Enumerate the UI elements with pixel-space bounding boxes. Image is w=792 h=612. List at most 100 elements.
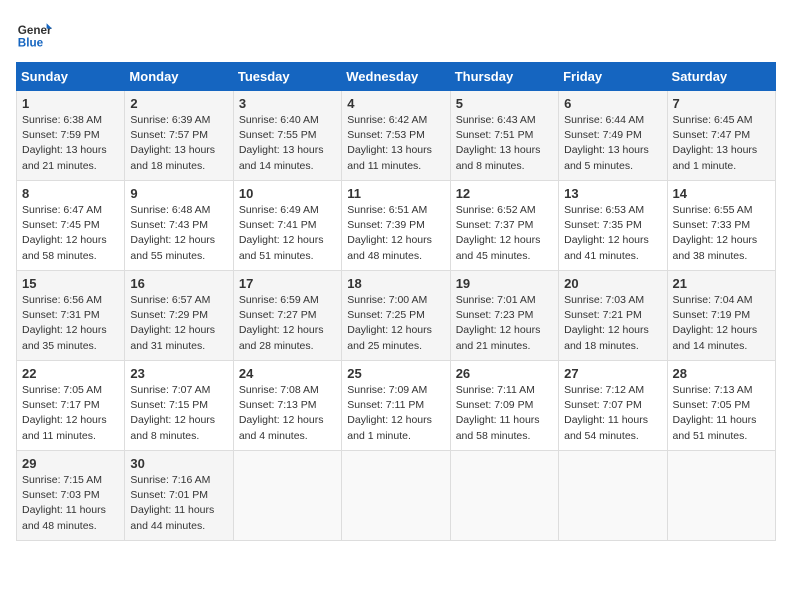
day-number: 20 <box>564 276 661 291</box>
day-header-monday: Monday <box>125 63 233 91</box>
day-number: 14 <box>673 186 770 201</box>
calendar-cell: 15 Sunrise: 6:56 AM Sunset: 7:31 PM Dayli… <box>17 271 125 361</box>
day-info: Sunrise: 6:56 AM Sunset: 7:31 PM Dayligh… <box>22 293 119 354</box>
calendar-cell <box>342 451 450 541</box>
calendar-cell <box>450 451 558 541</box>
calendar-cell: 6 Sunrise: 6:44 AM Sunset: 7:49 PM Daylig… <box>559 91 667 181</box>
calendar-cell: 21Sunrise: 7:04 AM Sunset: 7:19 PM Dayli… <box>667 271 775 361</box>
day-number: 5 <box>456 96 553 111</box>
calendar-cell: 27 Sunrise: 7:12 AM Sunset: 7:07 PM Dayli… <box>559 361 667 451</box>
day-info: Sunrise: 6:39 AM Sunset: 7:57 PM Dayligh… <box>130 113 227 174</box>
day-number: 23 <box>130 366 227 381</box>
day-number: 10 <box>239 186 336 201</box>
svg-text:Blue: Blue <box>18 37 44 50</box>
calendar-cell: 7 Sunrise: 6:45 AM Sunset: 7:47 PM Daylig… <box>667 91 775 181</box>
day-info: Sunrise: 6:47 AM Sunset: 7:45 PM Dayligh… <box>22 203 119 264</box>
calendar-cell: 16 Sunrise: 6:57 AM Sunset: 7:29 PM Dayli… <box>125 271 233 361</box>
calendar-cell: 3 Sunrise: 6:40 AM Sunset: 7:55 PM Daylig… <box>233 91 341 181</box>
calendar-cell: 29 Sunrise: 7:15 AM Sunset: 7:03 PM Dayli… <box>17 451 125 541</box>
calendar-cell: 2 Sunrise: 6:39 AM Sunset: 7:57 PM Daylig… <box>125 91 233 181</box>
calendar-cell: 12 Sunrise: 6:52 AM Sunset: 7:37 PM Dayli… <box>450 181 558 271</box>
day-info: Sunrise: 6:55 AM Sunset: 7:33 PM Dayligh… <box>673 203 770 264</box>
calendar-cell: 17Sunrise: 6:59 AM Sunset: 7:27 PM Dayli… <box>233 271 341 361</box>
day-number: 18 <box>347 276 444 291</box>
logo-icon: General Blue <box>16 16 52 52</box>
day-header-wednesday: Wednesday <box>342 63 450 91</box>
calendar-header-row: SundayMondayTuesdayWednesdayThursdayFrid… <box>17 63 776 91</box>
day-number: 9 <box>130 186 227 201</box>
day-number: 27 <box>564 366 661 381</box>
calendar-cell: 26 Sunrise: 7:11 AM Sunset: 7:09 PM Dayli… <box>450 361 558 451</box>
day-number: 29 <box>22 456 119 471</box>
day-header-saturday: Saturday <box>667 63 775 91</box>
day-info: Sunrise: 7:03 AM Sunset: 7:21 PM Dayligh… <box>564 293 661 354</box>
calendar-cell: 28 Sunrise: 7:13 AM Sunset: 7:05 PM Dayli… <box>667 361 775 451</box>
calendar-body: 1 Sunrise: 6:38 AM Sunset: 7:59 PM Daylig… <box>17 91 776 541</box>
day-info: Sunrise: 6:51 AM Sunset: 7:39 PM Dayligh… <box>347 203 444 264</box>
calendar-cell: 10Sunrise: 6:49 AM Sunset: 7:41 PM Dayli… <box>233 181 341 271</box>
day-number: 21 <box>673 276 770 291</box>
day-info: Sunrise: 6:38 AM Sunset: 7:59 PM Dayligh… <box>22 113 119 174</box>
day-info: Sunrise: 7:11 AM Sunset: 7:09 PM Dayligh… <box>456 383 553 444</box>
day-number: 12 <box>456 186 553 201</box>
day-info: Sunrise: 6:48 AM Sunset: 7:43 PM Dayligh… <box>130 203 227 264</box>
day-info: Sunrise: 7:12 AM Sunset: 7:07 PM Dayligh… <box>564 383 661 444</box>
day-number: 22 <box>22 366 119 381</box>
calendar-week-row: 1 Sunrise: 6:38 AM Sunset: 7:59 PM Daylig… <box>17 91 776 181</box>
day-info: Sunrise: 6:40 AM Sunset: 7:55 PM Dayligh… <box>239 113 336 174</box>
day-number: 1 <box>22 96 119 111</box>
day-number: 13 <box>564 186 661 201</box>
day-number: 4 <box>347 96 444 111</box>
day-number: 6 <box>564 96 661 111</box>
day-info: Sunrise: 7:05 AM Sunset: 7:17 PM Dayligh… <box>22 383 119 444</box>
calendar-cell: 25Sunrise: 7:09 AM Sunset: 7:11 PM Dayli… <box>342 361 450 451</box>
day-info: Sunrise: 7:16 AM Sunset: 7:01 PM Dayligh… <box>130 473 227 534</box>
day-info: Sunrise: 7:09 AM Sunset: 7:11 PM Dayligh… <box>347 383 444 444</box>
calendar-cell: 30Sunrise: 7:16 AM Sunset: 7:01 PM Dayli… <box>125 451 233 541</box>
calendar-cell <box>233 451 341 541</box>
day-header-friday: Friday <box>559 63 667 91</box>
day-header-tuesday: Tuesday <box>233 63 341 91</box>
day-number: 11 <box>347 186 444 201</box>
day-info: Sunrise: 6:45 AM Sunset: 7:47 PM Dayligh… <box>673 113 770 174</box>
calendar-cell: 13Sunrise: 6:53 AM Sunset: 7:35 PM Dayli… <box>559 181 667 271</box>
day-info: Sunrise: 7:01 AM Sunset: 7:23 PM Dayligh… <box>456 293 553 354</box>
calendar-cell: 8Sunrise: 6:47 AM Sunset: 7:45 PM Daylig… <box>17 181 125 271</box>
day-info: Sunrise: 6:43 AM Sunset: 7:51 PM Dayligh… <box>456 113 553 174</box>
day-number: 16 <box>130 276 227 291</box>
calendar-week-row: 15 Sunrise: 6:56 AM Sunset: 7:31 PM Dayli… <box>17 271 776 361</box>
calendar-cell: 4 Sunrise: 6:42 AM Sunset: 7:53 PM Daylig… <box>342 91 450 181</box>
calendar-cell: 24Sunrise: 7:08 AM Sunset: 7:13 PM Dayli… <box>233 361 341 451</box>
day-header-thursday: Thursday <box>450 63 558 91</box>
calendar-week-row: 22 Sunrise: 7:05 AM Sunset: 7:17 PM Dayli… <box>17 361 776 451</box>
calendar-cell: 19 Sunrise: 7:01 AM Sunset: 7:23 PM Dayli… <box>450 271 558 361</box>
day-number: 3 <box>239 96 336 111</box>
calendar-cell: 20 Sunrise: 7:03 AM Sunset: 7:21 PM Dayli… <box>559 271 667 361</box>
day-info: Sunrise: 7:13 AM Sunset: 7:05 PM Dayligh… <box>673 383 770 444</box>
day-number: 15 <box>22 276 119 291</box>
day-number: 7 <box>673 96 770 111</box>
day-info: Sunrise: 6:52 AM Sunset: 7:37 PM Dayligh… <box>456 203 553 264</box>
calendar-cell: 1 Sunrise: 6:38 AM Sunset: 7:59 PM Daylig… <box>17 91 125 181</box>
day-number: 17 <box>239 276 336 291</box>
logo: General Blue <box>16 16 56 52</box>
day-info: Sunrise: 6:57 AM Sunset: 7:29 PM Dayligh… <box>130 293 227 354</box>
day-info: Sunrise: 6:44 AM Sunset: 7:49 PM Dayligh… <box>564 113 661 174</box>
day-number: 26 <box>456 366 553 381</box>
calendar-cell <box>667 451 775 541</box>
calendar-cell: 9 Sunrise: 6:48 AM Sunset: 7:43 PM Daylig… <box>125 181 233 271</box>
calendar-cell: 22 Sunrise: 7:05 AM Sunset: 7:17 PM Dayli… <box>17 361 125 451</box>
calendar-cell <box>559 451 667 541</box>
day-info: Sunrise: 6:42 AM Sunset: 7:53 PM Dayligh… <box>347 113 444 174</box>
calendar-week-row: 29 Sunrise: 7:15 AM Sunset: 7:03 PM Dayli… <box>17 451 776 541</box>
day-header-sunday: Sunday <box>17 63 125 91</box>
day-info: Sunrise: 7:08 AM Sunset: 7:13 PM Dayligh… <box>239 383 336 444</box>
day-number: 19 <box>456 276 553 291</box>
day-info: Sunrise: 7:00 AM Sunset: 7:25 PM Dayligh… <box>347 293 444 354</box>
day-number: 28 <box>673 366 770 381</box>
calendar-cell: 5 Sunrise: 6:43 AM Sunset: 7:51 PM Daylig… <box>450 91 558 181</box>
calendar-table: SundayMondayTuesdayWednesdayThursdayFrid… <box>16 62 776 541</box>
day-number: 2 <box>130 96 227 111</box>
calendar-week-row: 8Sunrise: 6:47 AM Sunset: 7:45 PM Daylig… <box>17 181 776 271</box>
day-info: Sunrise: 7:15 AM Sunset: 7:03 PM Dayligh… <box>22 473 119 534</box>
